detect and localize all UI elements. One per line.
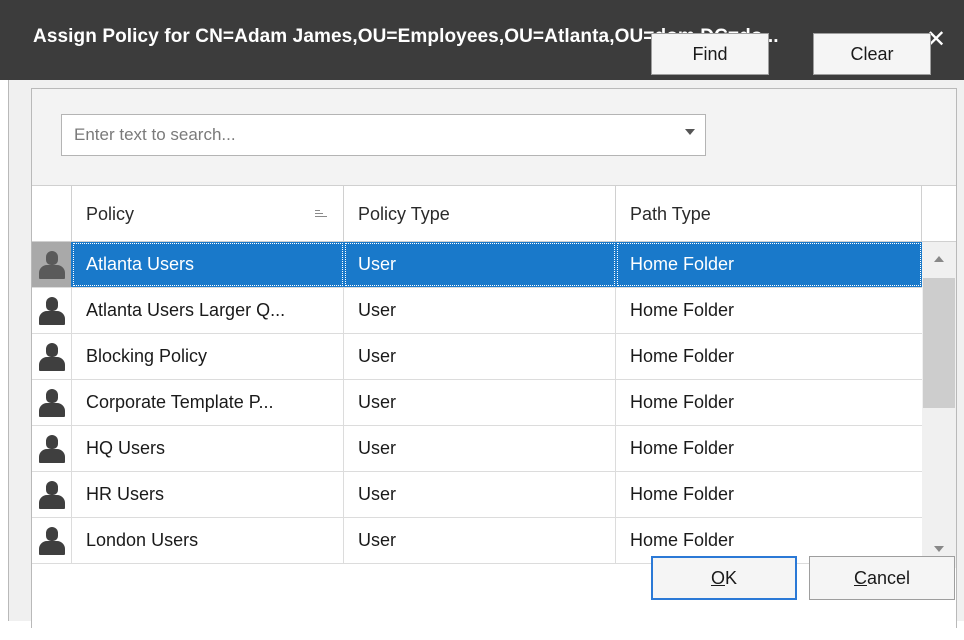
user-icon	[39, 297, 65, 325]
cancel-mnemonic: C	[853, 568, 867, 588]
chevron-down-icon[interactable]	[685, 129, 695, 135]
table-row[interactable]: Blocking Policy User Home Folder	[32, 334, 922, 380]
cell-policy: HQ Users	[72, 426, 344, 471]
cell-path-type: Home Folder	[630, 484, 735, 504]
cell-policy: Blocking Policy	[72, 334, 344, 379]
row-icon-cell	[32, 472, 72, 517]
header-icon-column	[32, 186, 72, 242]
column-header-policy[interactable]: Policy	[72, 186, 344, 242]
cell-policy: HR Users	[72, 472, 344, 517]
cell-policy-type: User	[344, 472, 616, 517]
row-icon-cell	[32, 518, 72, 563]
user-icon	[39, 435, 65, 463]
column-header-path-type[interactable]: Path Type	[616, 186, 922, 242]
table-row[interactable]: Atlanta Users User Home Folder	[32, 242, 922, 288]
cell-policy: Atlanta Users Larger Q...	[72, 288, 344, 333]
header-scroll-spacer	[922, 186, 956, 242]
sort-ascending-icon	[315, 210, 327, 220]
cell-policy-type: User	[344, 242, 616, 287]
cell-path-type: Home Folder	[616, 242, 922, 287]
clear-button[interactable]: Clear	[813, 33, 931, 75]
cell-path-type: Home Folder	[630, 438, 735, 458]
ok-mnemonic: O	[710, 568, 725, 588]
dialog-content: Policy Policy Type Path Type Atlanta Use…	[8, 80, 964, 640]
cell-policy-type: User	[344, 288, 616, 333]
search-combobox[interactable]	[61, 114, 706, 156]
user-icon	[39, 527, 65, 555]
cell-path-type: Home Folder	[630, 346, 735, 366]
column-header-label: Policy	[86, 204, 135, 224]
scrollbar-thumb[interactable]	[923, 278, 955, 408]
scroll-up-icon[interactable]	[934, 256, 944, 262]
search-input[interactable]	[62, 115, 662, 155]
row-icon-cell	[32, 426, 72, 471]
scroll-down-icon[interactable]	[934, 546, 944, 552]
cell-policy: Atlanta Users	[72, 242, 344, 287]
row-icon-cell	[32, 380, 72, 425]
find-button[interactable]: Find	[651, 33, 769, 75]
cancel-button[interactable]: Cancel	[809, 556, 955, 600]
table-row[interactable]: HR Users User Home Folder	[32, 472, 922, 518]
ok-button[interactable]: OK	[651, 556, 797, 600]
cell-path-type: Home Folder	[630, 392, 735, 412]
user-icon	[39, 389, 65, 417]
user-icon	[39, 343, 65, 371]
user-icon	[39, 481, 65, 509]
cell-policy-type: User	[344, 334, 616, 379]
table-row[interactable]: Atlanta Users Larger Q... User Home Fold…	[32, 288, 922, 334]
column-header-policy-type[interactable]: Policy Type	[344, 186, 616, 242]
row-icon-cell	[32, 334, 72, 379]
cell-policy-type: User	[344, 426, 616, 471]
grid-header: Policy Policy Type Path Type	[32, 186, 956, 242]
cell-policy: Corporate Template P...	[72, 380, 344, 425]
cell-policy-type: User	[344, 518, 616, 563]
table-row[interactable]: Corporate Template P... User Home Folder	[32, 380, 922, 426]
cell-policy: London Users	[72, 518, 344, 563]
vertical-scrollbar[interactable]	[922, 242, 956, 568]
policy-panel: Policy Policy Type Path Type Atlanta Use…	[31, 88, 957, 640]
cell-policy-type: User	[344, 380, 616, 425]
cancel-label-rest: ancel	[866, 568, 911, 588]
row-icon-cell	[32, 288, 72, 333]
assign-policy-dialog: Assign Policy for CN=Adam James,OU=Emplo…	[0, 0, 964, 640]
row-icon-cell	[32, 242, 72, 287]
table-row[interactable]: HQ Users User Home Folder	[32, 426, 922, 472]
cell-path-type: Home Folder	[630, 300, 735, 320]
ok-label-rest: K	[725, 568, 738, 588]
user-icon	[39, 251, 65, 279]
